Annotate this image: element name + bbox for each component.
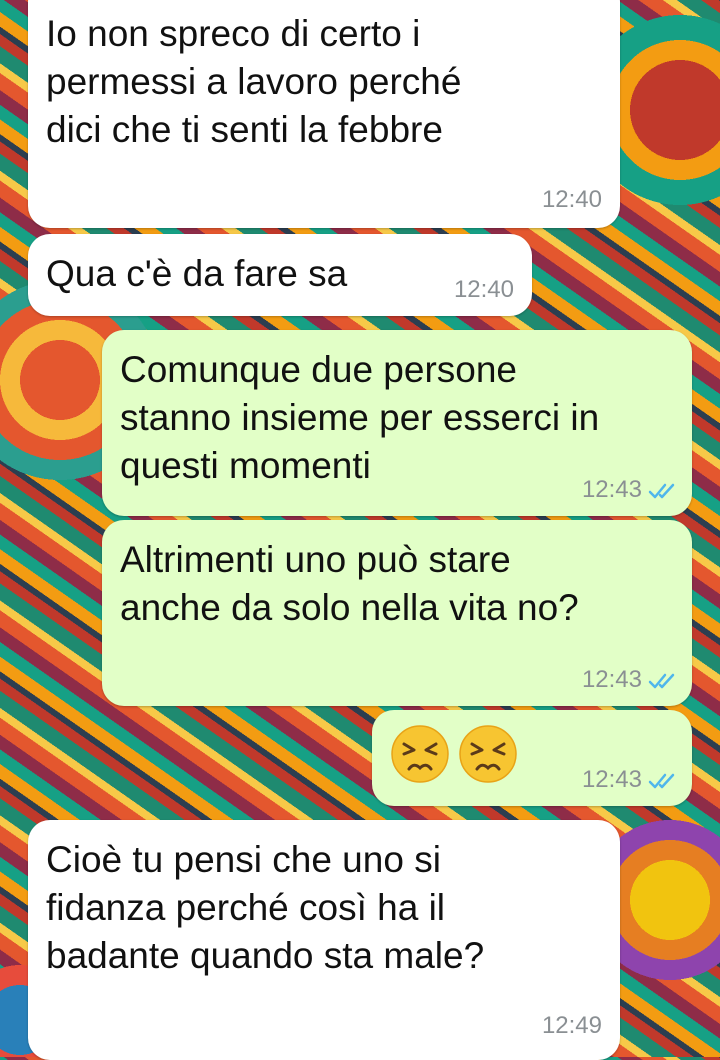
emoji-row bbox=[390, 724, 518, 784]
message-timestamp: 12:43 bbox=[582, 476, 678, 504]
message-text: Cioè tu pensi che uno si fidanza perché … bbox=[46, 839, 485, 976]
message-timestamp: 12:40 bbox=[453, 276, 514, 303]
message-bubble-outgoing[interactable]: Altrimenti uno può stare anche da solo n… bbox=[102, 520, 692, 706]
message-bubble-incoming[interactable]: Io non spreco di certo i permessi a lavo… bbox=[28, 0, 620, 228]
message-timestamp: 12:40 bbox=[541, 186, 602, 213]
message-bubble-incoming[interactable]: Cioè tu pensi che uno si fidanza perché … bbox=[28, 820, 620, 1060]
double-check-read-icon bbox=[648, 673, 675, 688]
message-timestamp: 12:49 bbox=[541, 1012, 602, 1039]
message-time-text: 12:43 bbox=[581, 476, 642, 503]
message-bubble-outgoing[interactable]: 12:43 bbox=[372, 710, 692, 806]
double-check-read-icon bbox=[648, 483, 675, 498]
message-text: Io non spreco di certo i permessi a lavo… bbox=[46, 13, 462, 150]
message-timestamp: 12:43 bbox=[582, 666, 678, 694]
message-time-text: 12:43 bbox=[581, 766, 642, 793]
message-bubble-outgoing[interactable]: Comunque due persone stanno insieme per … bbox=[102, 330, 692, 516]
message-text: Altrimenti uno può stare anche da solo n… bbox=[120, 539, 579, 628]
message-time-text: 12:43 bbox=[581, 666, 642, 693]
persevering-face-emoji-icon bbox=[459, 725, 517, 783]
message-timestamp: 12:43 bbox=[582, 766, 678, 794]
message-bubble-incoming[interactable]: Qua c'è da fare sa 12:40 bbox=[28, 234, 532, 316]
message-text: Comunque due persone stanno insieme per … bbox=[120, 349, 600, 486]
message-text: Qua c'è da fare sa bbox=[46, 253, 348, 294]
persevering-face-emoji-icon bbox=[391, 725, 449, 783]
double-check-read-icon bbox=[648, 773, 675, 788]
